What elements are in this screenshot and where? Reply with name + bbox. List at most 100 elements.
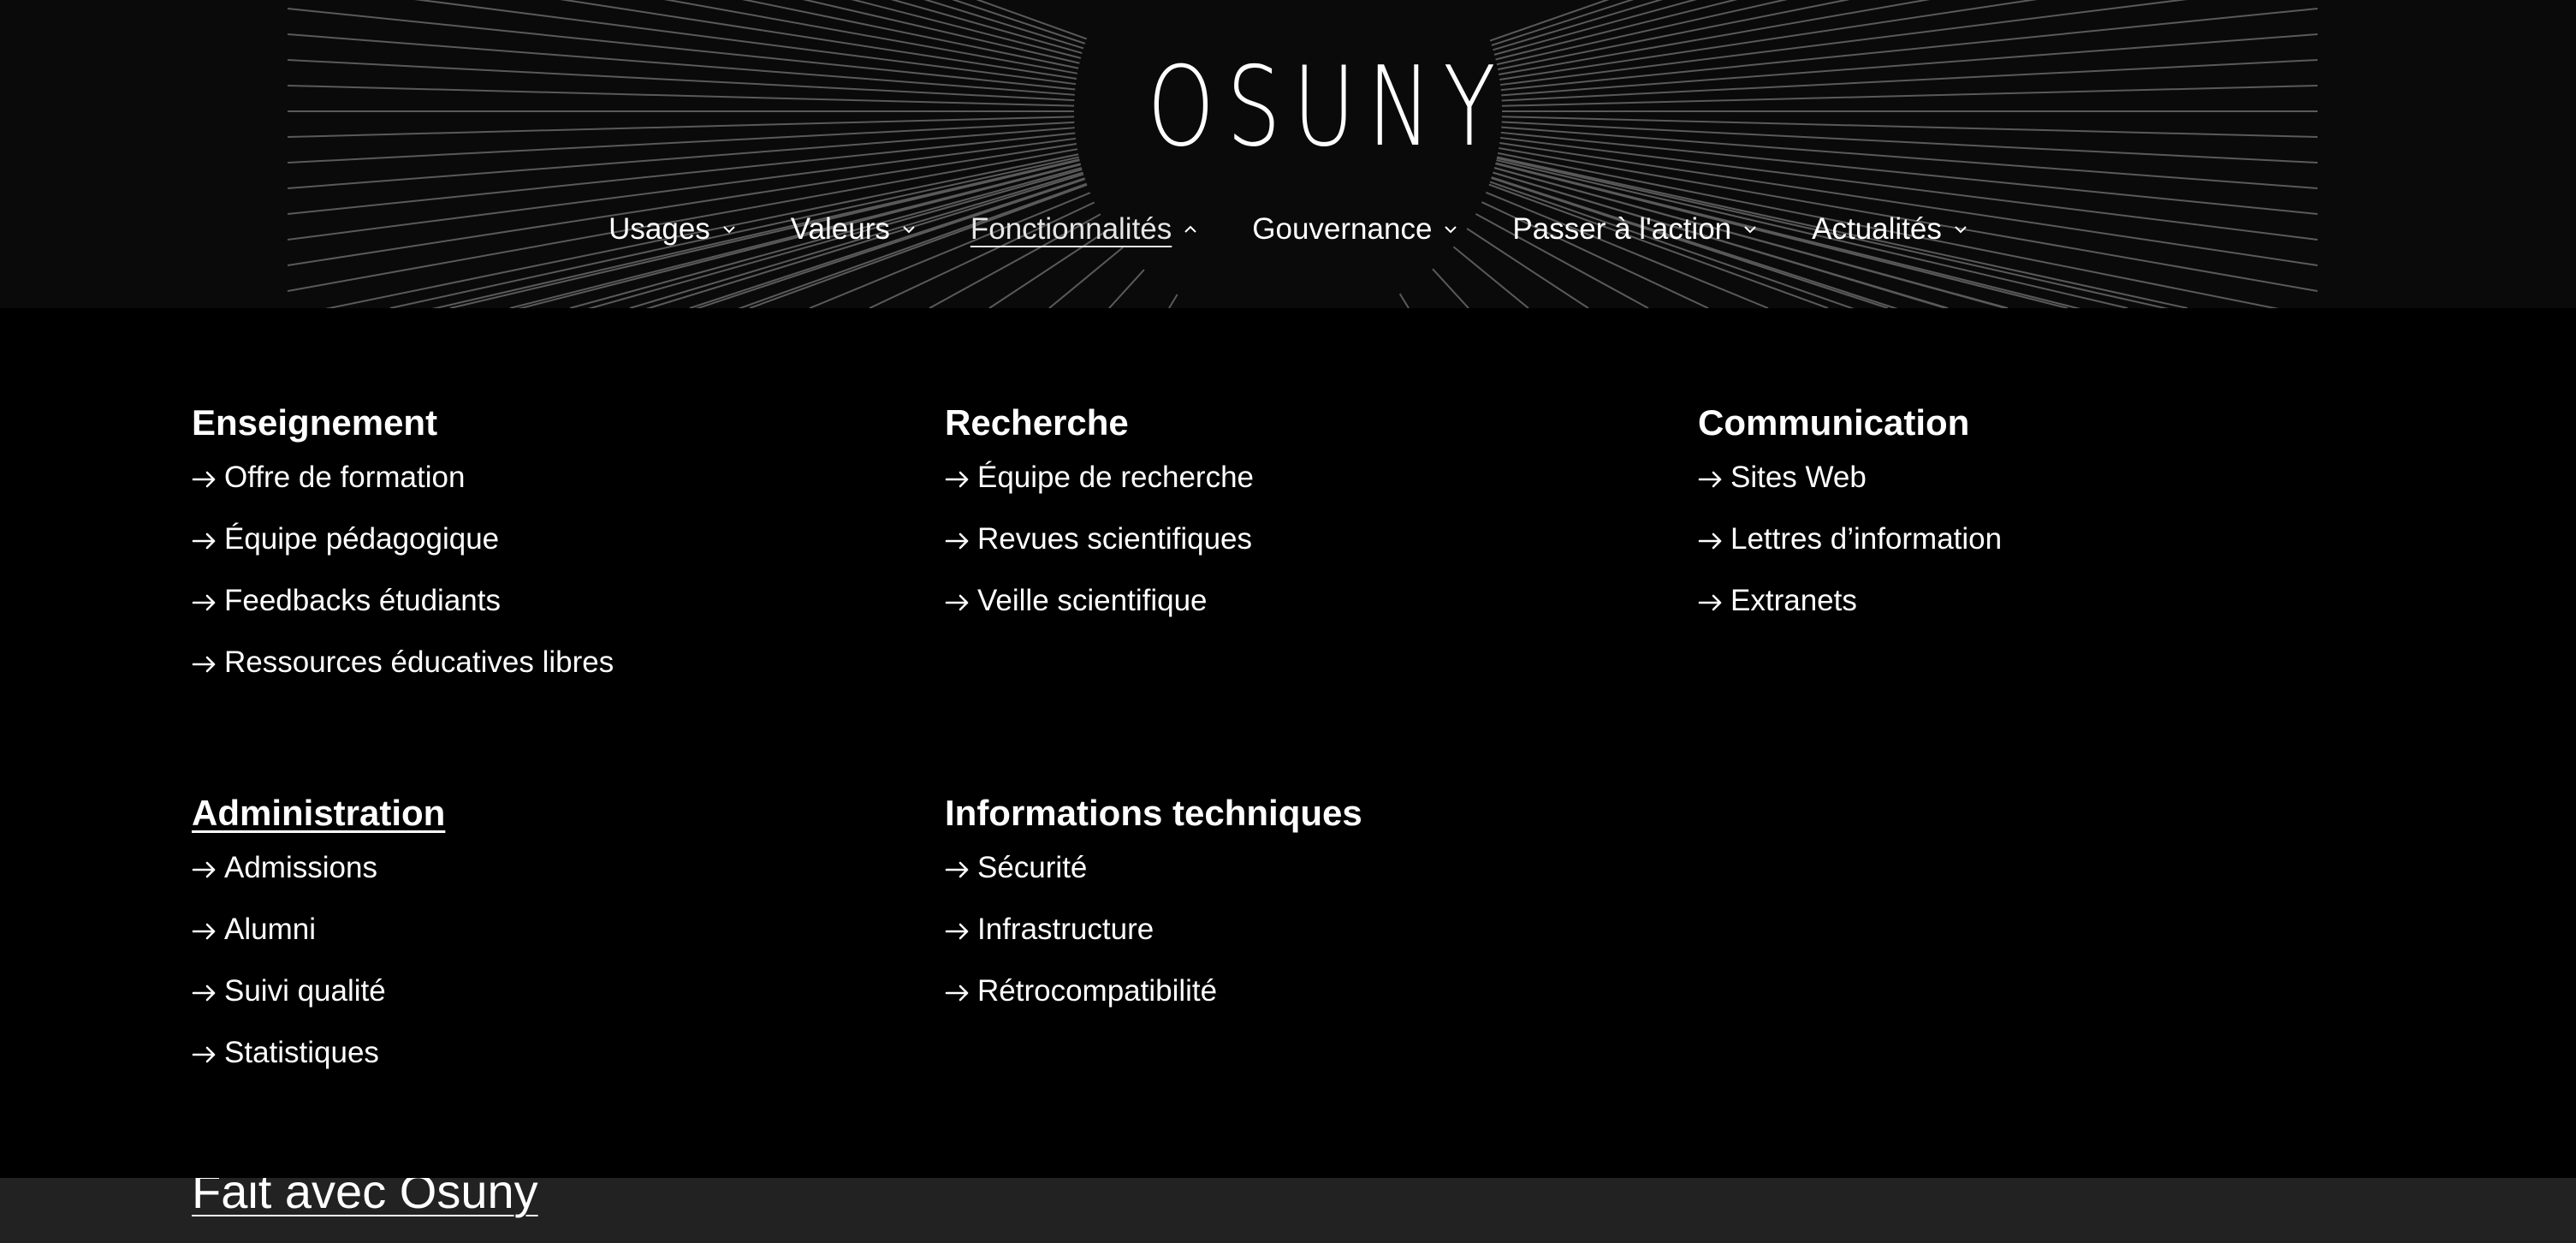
site-header: OSUNY Usages Valeurs Fonctionnalités Gou…	[0, 0, 2576, 308]
arrow-right-icon	[192, 972, 217, 1010]
menu-link-securite[interactable]: Sécurité	[945, 849, 1681, 911]
menu-link-feedbacks-etudiants[interactable]: Feedbacks étudiants	[192, 582, 928, 644]
arrow-right-icon	[945, 459, 970, 497]
sunburst-ray	[1500, 8, 2318, 92]
sunburst-ray	[1452, 246, 1529, 308]
fonctionnalites-mega-menu: Enseignement Offre de formation Équipe p…	[0, 308, 2576, 1178]
menu-link-infrastructure[interactable]: Infrastructure	[945, 911, 1681, 972]
menu-link-label: Revues scientifiques	[977, 522, 1252, 556]
menu-link-label: Feedbacks étudiants	[224, 584, 501, 617]
sunburst-ray	[1501, 126, 2318, 189]
menu-link-label: Alumni	[224, 913, 316, 946]
sunburst-ray	[1500, 131, 2318, 215]
menu-link-veille-scientifique[interactable]: Veille scientifique	[945, 582, 1681, 644]
made-with-osuny-link[interactable]: Fait avec Osuny	[192, 1178, 538, 1219]
osuny-logo[interactable]: OSUNY	[1148, 53, 1496, 163]
sunburst-ray	[287, 116, 1075, 138]
arrow-right-icon	[192, 459, 217, 497]
menu-link-retrocompatibilite[interactable]: Rétrocompatibilité	[945, 972, 1681, 1034]
chevron-down-icon	[902, 223, 916, 236]
sunburst-ray	[1048, 247, 1124, 308]
menu-list-administration: Admissions Alumni Suivi qualité Statisti…	[192, 849, 928, 1096]
menu-link-label: Rétrocompatibilité	[977, 974, 1218, 1008]
sunburst-ray	[1108, 269, 1145, 308]
menu-link-label: Sécurité	[977, 851, 1088, 884]
arrow-right-icon	[945, 520, 970, 558]
nav-item-label: Valeurs	[790, 212, 890, 246]
menu-list-communication: Sites Web Lettres d’information Extranet…	[1698, 459, 2434, 644]
menu-list-enseignement: Offre de formation Équipe pédagogique Fe…	[192, 459, 928, 705]
nav-item-actualites[interactable]: Actualités	[1812, 205, 1968, 253]
sunburst-ray	[1501, 85, 2318, 107]
menu-link-lettres-d-information[interactable]: Lettres d’information	[1698, 520, 2434, 582]
menu-link-label: Équipe de recherche	[977, 461, 1254, 494]
nav-item-passer-a-l-action[interactable]: Passer à l'action	[1512, 205, 1757, 253]
sunburst-ray	[923, 0, 1084, 50]
menu-heading-administration[interactable]: Administration	[192, 791, 928, 836]
menu-link-alumni[interactable]: Alumni	[192, 911, 928, 972]
sunburst-ray	[1496, 0, 1788, 66]
menu-column-administration: Administration Admissions Alumni Suivi q…	[192, 791, 928, 1096]
menu-link-label: Infrastructure	[977, 913, 1154, 946]
menu-link-label: Veille scientifique	[977, 584, 1208, 617]
menu-link-label: Équipe pédagogique	[224, 522, 500, 556]
menu-link-label: Suivi qualité	[224, 974, 386, 1008]
sunburst-ray	[802, 0, 1080, 64]
menu-heading-communication[interactable]: Communication	[1698, 401, 2434, 445]
arrow-right-icon	[192, 520, 217, 558]
menu-link-admissions[interactable]: Admissions	[192, 849, 928, 911]
menu-heading-informations-techniques[interactable]: Informations techniques	[945, 791, 1681, 836]
sunburst-ray	[1501, 121, 2318, 164]
sunburst-ray	[1168, 294, 1178, 308]
sunburst-ray	[1499, 0, 2187, 86]
sunburst-ray	[1495, 0, 1738, 61]
menu-heading-recherche[interactable]: Recherche	[945, 401, 1681, 445]
arrow-right-icon	[1698, 520, 1724, 558]
arrow-right-icon	[945, 972, 970, 1010]
menu-column-informations-techniques: Informations techniques Sécurité Infrast…	[945, 791, 1681, 1034]
menu-link-label: Statistiques	[224, 1036, 379, 1069]
menu-link-label: Admissions	[224, 851, 377, 884]
nav-item-label: Passer à l'action	[1512, 212, 1732, 246]
sunburst-ray	[1493, 0, 1663, 51]
nav-item-fonctionnalites[interactable]: Fonctionnalités	[970, 205, 1197, 253]
sunburst-ray	[1493, 0, 1697, 56]
sunburst-ray	[287, 85, 1075, 107]
sunburst-ray	[1432, 268, 1469, 308]
arrow-right-icon	[192, 644, 217, 681]
menu-link-label: Ressources éducatives libres	[224, 645, 614, 679]
arrow-right-icon	[192, 849, 217, 887]
sunburst-ray	[1398, 293, 1410, 308]
chevron-down-icon	[722, 223, 736, 236]
sunburst-ray	[1501, 33, 2318, 97]
menu-link-extranets[interactable]: Extranets	[1698, 582, 2434, 644]
menu-link-suivi-qualite[interactable]: Suivi qualité	[192, 972, 928, 1034]
nav-item-label: Actualités	[1812, 212, 1942, 246]
menu-column-enseignement: Enseignement Offre de formation Équipe p…	[192, 401, 928, 705]
sunburst-ray	[287, 59, 1075, 102]
menu-heading-enseignement[interactable]: Enseignement	[192, 401, 928, 445]
menu-list-informations-techniques: Sécurité Infrastructure Rétrocompatibili…	[945, 849, 1681, 1034]
menu-link-statistiques[interactable]: Statistiques	[192, 1034, 928, 1096]
site-footer: Fait avec Osuny	[0, 1178, 2576, 1243]
chevron-down-icon	[1954, 223, 1968, 236]
nav-item-valeurs[interactable]: Valeurs	[791, 205, 916, 253]
menu-link-label: Lettres d’information	[1730, 522, 2003, 556]
menu-link-revues-scientifiques[interactable]: Revues scientifiques	[945, 520, 1681, 582]
sunburst-ray	[663, 0, 1078, 74]
menu-link-sites-web[interactable]: Sites Web	[1698, 459, 2434, 520]
menu-column-communication: Communication Sites Web Lettres d’inform…	[1698, 401, 2434, 644]
menu-link-equipe-pedagogique[interactable]: Équipe pédagogique	[192, 520, 928, 582]
sunburst-ray	[1501, 59, 2318, 102]
sunburst-ray	[287, 8, 1076, 91]
menu-link-offre-de-formation[interactable]: Offre de formation	[192, 459, 928, 520]
chevron-up-icon	[1184, 223, 1197, 236]
main-navigation: Usages Valeurs Fonctionnalités Gouvernan…	[0, 205, 2576, 253]
menu-link-equipe-de-recherche[interactable]: Équipe de recherche	[945, 459, 1681, 520]
menu-link-ressources-educatives-libres[interactable]: Ressources éducatives libres	[192, 644, 928, 705]
nav-item-usages[interactable]: Usages	[608, 205, 736, 253]
arrow-right-icon	[1698, 582, 1724, 620]
nav-item-gouvernance[interactable]: Gouvernance	[1252, 205, 1457, 253]
chevron-down-icon	[1743, 223, 1757, 236]
chevron-down-icon	[1444, 223, 1457, 236]
